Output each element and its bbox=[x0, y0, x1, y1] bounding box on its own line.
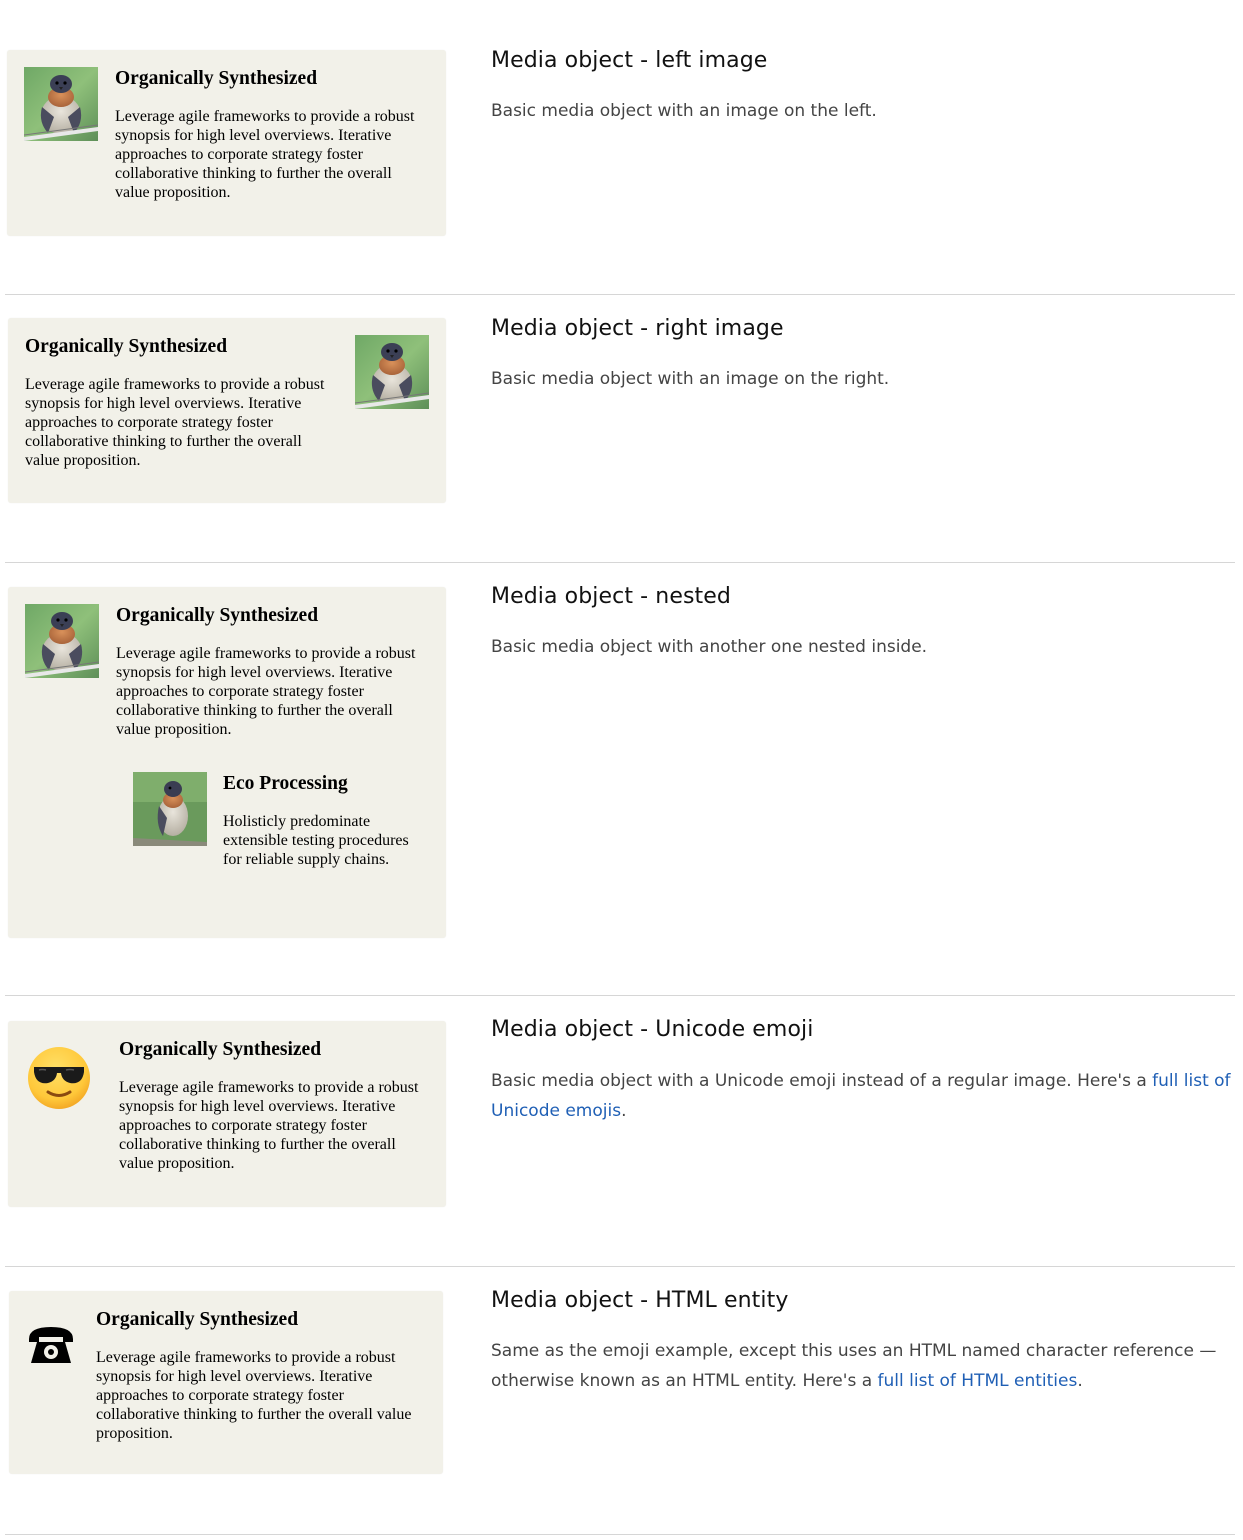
media-title: Organically Synthesized bbox=[96, 1309, 299, 1330]
section-divider bbox=[5, 1534, 1235, 1535]
media-card: Organically Synthesized Leverage agile f… bbox=[9, 1291, 443, 1474]
section-heading: Media object - HTML entity bbox=[491, 1288, 789, 1313]
media-body: Leverage agile frameworks to provide a r… bbox=[96, 1349, 412, 1442]
telephone-icon bbox=[27, 1325, 75, 1365]
html-entities-link[interactable]: full list of HTML entities bbox=[878, 1371, 1078, 1391]
section-description: Same as the emoji example, except this u… bbox=[491, 1341, 1217, 1391]
media-section-html-entity: Organically Synthesized Leverage agile f… bbox=[0, 0, 1243, 1535]
